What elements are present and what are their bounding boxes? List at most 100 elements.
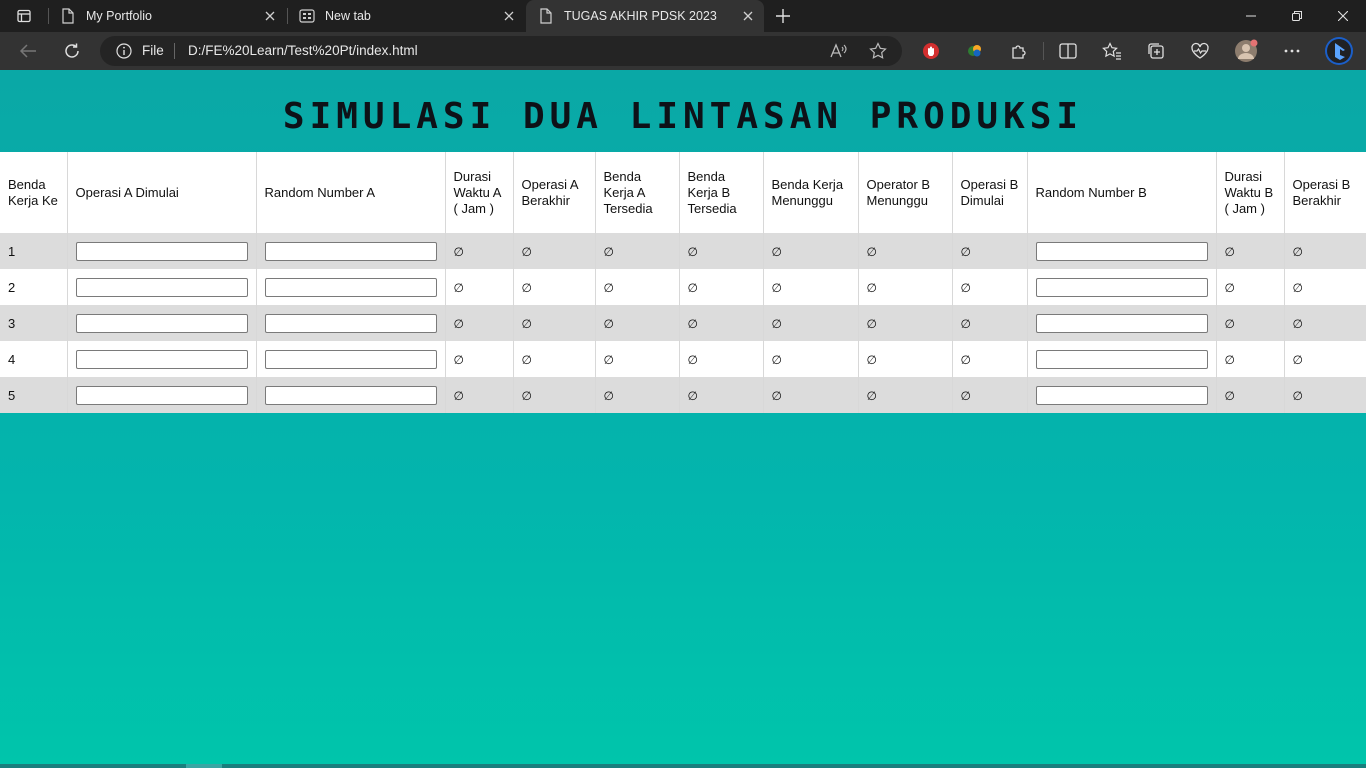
random-number-a-input[interactable] [264, 349, 437, 369]
table-cell: ∅ [595, 269, 680, 305]
empty-value: ∅ [960, 352, 971, 367]
table-cell: ∅ [513, 269, 596, 305]
adblock-extension-icon[interactable] [920, 40, 942, 62]
newtab-icon [299, 8, 315, 24]
random-number-b-input[interactable] [1035, 313, 1208, 333]
empty-value: ∅ [866, 244, 877, 259]
operasi-a-dimulai-input[interactable] [75, 277, 248, 297]
address-url[interactable]: D:/FE%20Learn/Test%20Pt/index.html [188, 43, 418, 58]
tab-actions-button[interactable] [0, 0, 48, 32]
favorites-icon[interactable] [1101, 40, 1123, 62]
back-arrow-icon [19, 44, 36, 58]
table-cell: ∅ [1284, 233, 1366, 269]
extensions-puzzle-icon[interactable] [1008, 40, 1030, 62]
table-cell [256, 377, 446, 413]
random-number-a-input[interactable] [264, 277, 437, 297]
close-icon [1338, 11, 1348, 21]
random-number-b-input[interactable] [1035, 349, 1208, 369]
browser-essentials-icon[interactable] [1189, 40, 1211, 62]
table-cell [256, 305, 446, 341]
table-cell: ∅ [763, 305, 859, 341]
close-tab-icon[interactable] [499, 6, 519, 26]
table-row: 1 ∅ ∅ ∅ ∅ ∅ ∅ ∅ ∅ ∅ [0, 233, 1366, 269]
empty-value: ∅ [453, 280, 464, 295]
table-cell: ∅ [679, 377, 764, 413]
table-cell: ∅ [595, 305, 680, 341]
empty-value: ∅ [1292, 352, 1303, 367]
close-window-button[interactable] [1320, 0, 1366, 32]
operasi-a-dimulai-input[interactable] [75, 241, 248, 261]
empty-value: ∅ [603, 388, 614, 403]
table-cell: ∅ [858, 305, 953, 341]
empty-value: ∅ [866, 280, 877, 295]
random-number-a-input[interactable] [264, 313, 437, 333]
collections-icon[interactable] [1145, 40, 1167, 62]
random-number-a-input[interactable] [264, 385, 437, 405]
empty-value: ∅ [866, 388, 877, 403]
bing-copilot-icon[interactable] [1324, 36, 1354, 66]
table-cell [1027, 269, 1217, 305]
color-extension-icon[interactable] [964, 40, 986, 62]
random-number-b-input[interactable] [1035, 241, 1208, 261]
close-tab-icon[interactable] [260, 6, 280, 26]
empty-value: ∅ [453, 244, 464, 259]
table-row: 4 ∅ ∅ ∅ ∅ ∅ ∅ ∅ ∅ ∅ [0, 341, 1366, 377]
page-icon [538, 8, 554, 24]
operasi-a-dimulai-input[interactable] [75, 385, 248, 405]
page-content: SIMULASI DUA LINTASAN PRODUKSI Benda Ker… [0, 70, 1366, 764]
address-bar[interactable]: File D:/FE%20Learn/Test%20Pt/index.html [100, 36, 902, 66]
favorite-star-icon[interactable] [868, 41, 888, 61]
tab-tugas-akhir[interactable]: TUGAS AKHIR PDSK 2023 [526, 0, 764, 32]
random-number-a-input[interactable] [264, 241, 437, 261]
table-cell: ∅ [763, 377, 859, 413]
empty-value: ∅ [771, 352, 782, 367]
back-button[interactable] [14, 37, 42, 65]
profile-avatar[interactable] [1234, 39, 1258, 63]
table-cell: ∅ [952, 377, 1028, 413]
tab-my-portfolio[interactable]: My Portfolio [48, 0, 286, 32]
table-cell: ∅ [513, 233, 596, 269]
scrollbar-thumb[interactable] [186, 764, 222, 768]
refresh-button[interactable] [58, 37, 86, 65]
empty-value: ∅ [603, 244, 614, 259]
empty-value: ∅ [521, 388, 532, 403]
table-cell [67, 305, 257, 341]
table-cell: ∅ [763, 269, 859, 305]
close-tab-icon[interactable] [738, 6, 758, 26]
minimize-button[interactable] [1228, 0, 1274, 32]
table-cell: ∅ [1284, 305, 1366, 341]
table-cell: ∅ [952, 269, 1028, 305]
column-header: Benda Kerja A Tersedia [595, 152, 680, 233]
empty-value: ∅ [771, 388, 782, 403]
info-icon[interactable] [116, 43, 132, 59]
split-screen-icon[interactable] [1057, 40, 1079, 62]
more-menu-icon[interactable] [1281, 40, 1303, 62]
column-header: Benda Kerja Ke [0, 152, 68, 233]
tab-label: New tab [325, 9, 371, 23]
empty-value: ∅ [1292, 388, 1303, 403]
random-number-b-input[interactable] [1035, 385, 1208, 405]
operasi-a-dimulai-input[interactable] [75, 349, 248, 369]
column-header: Operasi A Dimulai [67, 152, 257, 233]
column-header: Operasi A Berakhir [513, 152, 596, 233]
restore-button[interactable] [1274, 0, 1320, 32]
new-tab-button[interactable] [770, 4, 796, 28]
table-cell: ∅ [763, 341, 859, 377]
empty-value: ∅ [603, 280, 614, 295]
column-header: Operasi B Berakhir [1284, 152, 1366, 233]
empty-value: ∅ [771, 244, 782, 259]
table-cell: ∅ [1284, 341, 1366, 377]
tab-strip: My Portfolio New tab TUGAS AKHIR PDSK 20… [0, 0, 1366, 32]
table-cell: ∅ [1216, 341, 1285, 377]
column-header: Benda Kerja Menunggu [763, 152, 859, 233]
read-aloud-icon[interactable] [828, 41, 848, 61]
page-title: SIMULASI DUA LINTASAN PRODUKSI [282, 96, 1084, 137]
empty-value: ∅ [521, 244, 532, 259]
empty-value: ∅ [603, 352, 614, 367]
table-cell: ∅ [595, 377, 680, 413]
tab-new-tab[interactable]: New tab [287, 0, 525, 32]
random-number-b-input[interactable] [1035, 277, 1208, 297]
empty-value: ∅ [521, 352, 532, 367]
column-header: Durasi Waktu A ( Jam ) [445, 152, 514, 233]
operasi-a-dimulai-input[interactable] [75, 313, 248, 333]
